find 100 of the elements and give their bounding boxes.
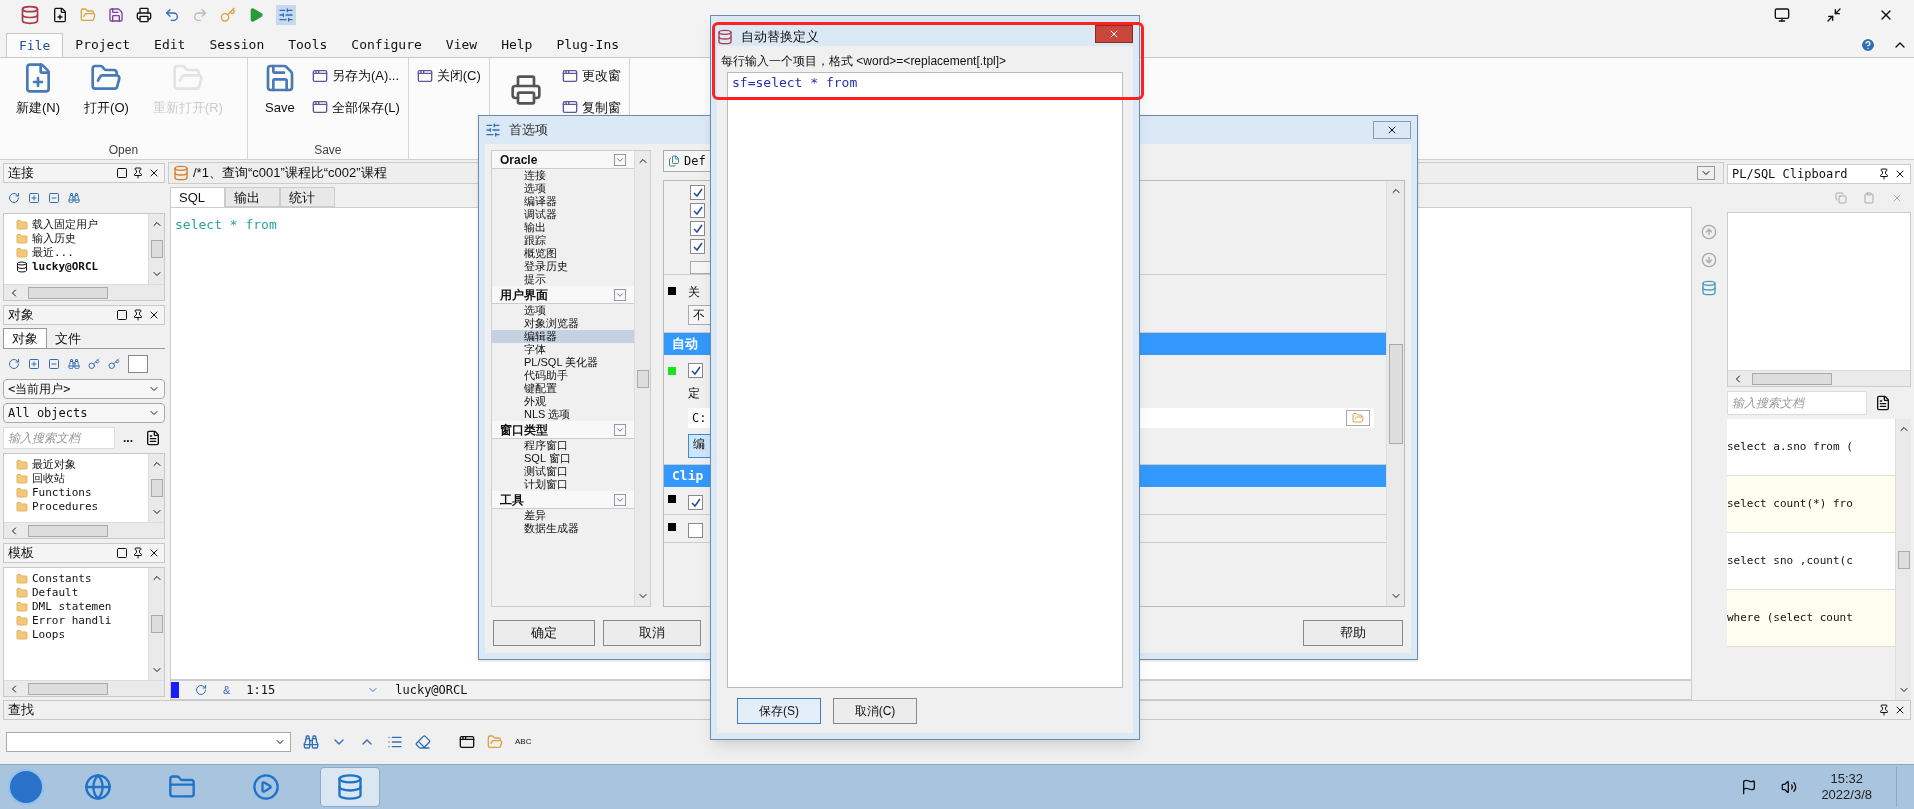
tool-icon[interactable] (8, 192, 20, 204)
tree-item[interactable]: 键配置 (492, 382, 634, 395)
clear-icon[interactable] (1891, 192, 1903, 204)
tree-item[interactable]: 差异 (492, 509, 634, 522)
pin-icon[interactable] (132, 309, 144, 321)
tree-item[interactable]: 计划窗口 (492, 478, 634, 491)
scroll-thumb[interactable] (28, 524, 108, 537)
clipboard-item[interactable]: where (select count (1727, 590, 1895, 647)
ribbon-button[interactable]: Save (255, 62, 304, 118)
ribbon-button[interactable]: 关闭(C) (416, 66, 481, 86)
color-swatch[interactable] (128, 355, 148, 373)
close-icon[interactable] (148, 309, 160, 321)
tool-icon[interactable] (28, 358, 40, 370)
search-field[interactable]: 输入搜索文档 (3, 427, 115, 449)
tree-item[interactable]: SQL 窗口 (492, 452, 634, 465)
tree-item[interactable]: 登录历史 (492, 260, 634, 273)
pin-icon[interactable] (132, 547, 144, 559)
window-icon[interactable] (459, 734, 475, 750)
editor-subtab[interactable]: 输出 (225, 187, 280, 207)
pin-icon[interactable] (1878, 168, 1890, 180)
cancel-button[interactable]: 取消(C) (833, 697, 917, 724)
scroll-thumb[interactable] (150, 240, 163, 258)
menu-tab[interactable]: File (6, 33, 64, 57)
editor-tab[interactable]: /*1、查询“c001”课程比“c002”课程 (193, 163, 387, 183)
new-document-icon[interactable] (145, 430, 161, 446)
checkbox[interactable] (688, 523, 703, 538)
ribbon-button[interactable]: 复制窗 (561, 97, 621, 117)
scroll-thumb[interactable] (1897, 550, 1910, 569)
find-dropdown[interactable] (6, 732, 291, 752)
tree-item[interactable]: 代码助手 (492, 369, 634, 382)
search-field[interactable]: 输入搜索文档 (1727, 391, 1867, 415)
ribbon-button[interactable]: 打开(O) (76, 62, 137, 118)
scroll-thumb[interactable] (28, 682, 108, 695)
new-icon[interactable] (52, 7, 68, 23)
flag-icon[interactable] (1741, 779, 1758, 795)
scrollbar[interactable] (1386, 181, 1404, 606)
more-button[interactable]: ... (119, 429, 137, 447)
scroll-thumb[interactable] (150, 479, 163, 497)
checkbox[interactable] (690, 203, 705, 218)
scrollbar[interactable] (4, 284, 164, 300)
tool-icon[interactable] (48, 192, 60, 204)
tree-item[interactable]: 字体 (492, 343, 634, 356)
dropdown[interactable]: <当前用户> (3, 379, 165, 399)
checkbox[interactable] (688, 495, 703, 510)
checkbox[interactable] (690, 185, 705, 200)
menu-tab[interactable]: Help (489, 33, 545, 57)
close-icon[interactable] (1894, 704, 1906, 716)
panel-tab[interactable]: 对象 (3, 327, 47, 348)
tree-item[interactable]: 数据生成器 (492, 522, 634, 535)
tool-icon[interactable] (28, 192, 40, 204)
abc-button[interactable]: ABC (515, 736, 532, 748)
scrollbar[interactable] (1895, 419, 1911, 700)
tree-item[interactable]: NLS 选项 (492, 408, 634, 421)
tree-item[interactable]: 提示 (492, 273, 634, 286)
tree-item[interactable]: 概览图 (492, 247, 634, 260)
checkbox[interactable] (690, 239, 705, 254)
menu-tab[interactable]: Plug-Ins (544, 33, 632, 57)
scrollbar[interactable] (148, 568, 164, 680)
tree-item[interactable]: 选项 (492, 182, 634, 195)
tree-item[interactable]: 对象浏览器 (492, 317, 634, 330)
scrollbar[interactable] (1728, 370, 1910, 386)
close-icon[interactable] (1894, 168, 1906, 180)
maximize-icon[interactable] (116, 167, 128, 179)
database-icon[interactable] (1701, 280, 1717, 296)
scrollbar[interactable] (634, 151, 650, 606)
refresh-icon[interactable] (195, 684, 207, 696)
tool-icon[interactable] (68, 358, 80, 370)
scrollbar[interactable] (4, 522, 164, 538)
taskbar-app[interactable] (320, 767, 380, 807)
open-icon[interactable] (80, 7, 96, 23)
dropdown[interactable]: All objects (3, 403, 165, 423)
clipboard-item[interactable]: select count(*) fro (1727, 476, 1895, 533)
menu-tab[interactable]: Session (197, 33, 277, 57)
help-icon[interactable] (1860, 37, 1876, 53)
tree-item[interactable]: 调试器 (492, 208, 634, 221)
tree-item[interactable]: 连接 (492, 169, 634, 182)
scroll-thumb[interactable] (28, 286, 108, 299)
undo-icon[interactable] (164, 7, 180, 23)
editor-subtab[interactable]: SQL (170, 187, 225, 207)
tool-icon[interactable] (88, 358, 100, 370)
tree-item[interactable]: 跟踪 (492, 234, 634, 247)
scroll-thumb[interactable] (150, 615, 163, 633)
menu-tab[interactable]: Tools (276, 33, 340, 57)
cancel-button[interactable]: 取消 (603, 620, 701, 646)
folder-icon[interactable] (487, 734, 503, 750)
ribbon-button[interactable]: 另存为(A)... (311, 66, 400, 86)
ok-button[interactable]: 确定 (493, 620, 595, 646)
new-document-icon[interactable] (1875, 395, 1891, 411)
tree-item[interactable]: 测试窗口 (492, 465, 634, 478)
menu-tab[interactable]: Project (63, 33, 143, 57)
printer-icon[interactable] (136, 7, 152, 23)
maximize-icon[interactable] (116, 547, 128, 559)
browse-button[interactable] (1346, 410, 1370, 426)
preferences-icon[interactable] (276, 5, 296, 25)
maximize-icon[interactable] (116, 309, 128, 321)
scrollbar[interactable] (148, 214, 164, 284)
panel-tab[interactable]: 文件 (47, 328, 89, 348)
ribbon-button[interactable]: 更改窗 (561, 66, 621, 86)
pin-icon[interactable] (132, 167, 144, 179)
ribbon-button[interactable]: 新建(N) (8, 62, 69, 118)
